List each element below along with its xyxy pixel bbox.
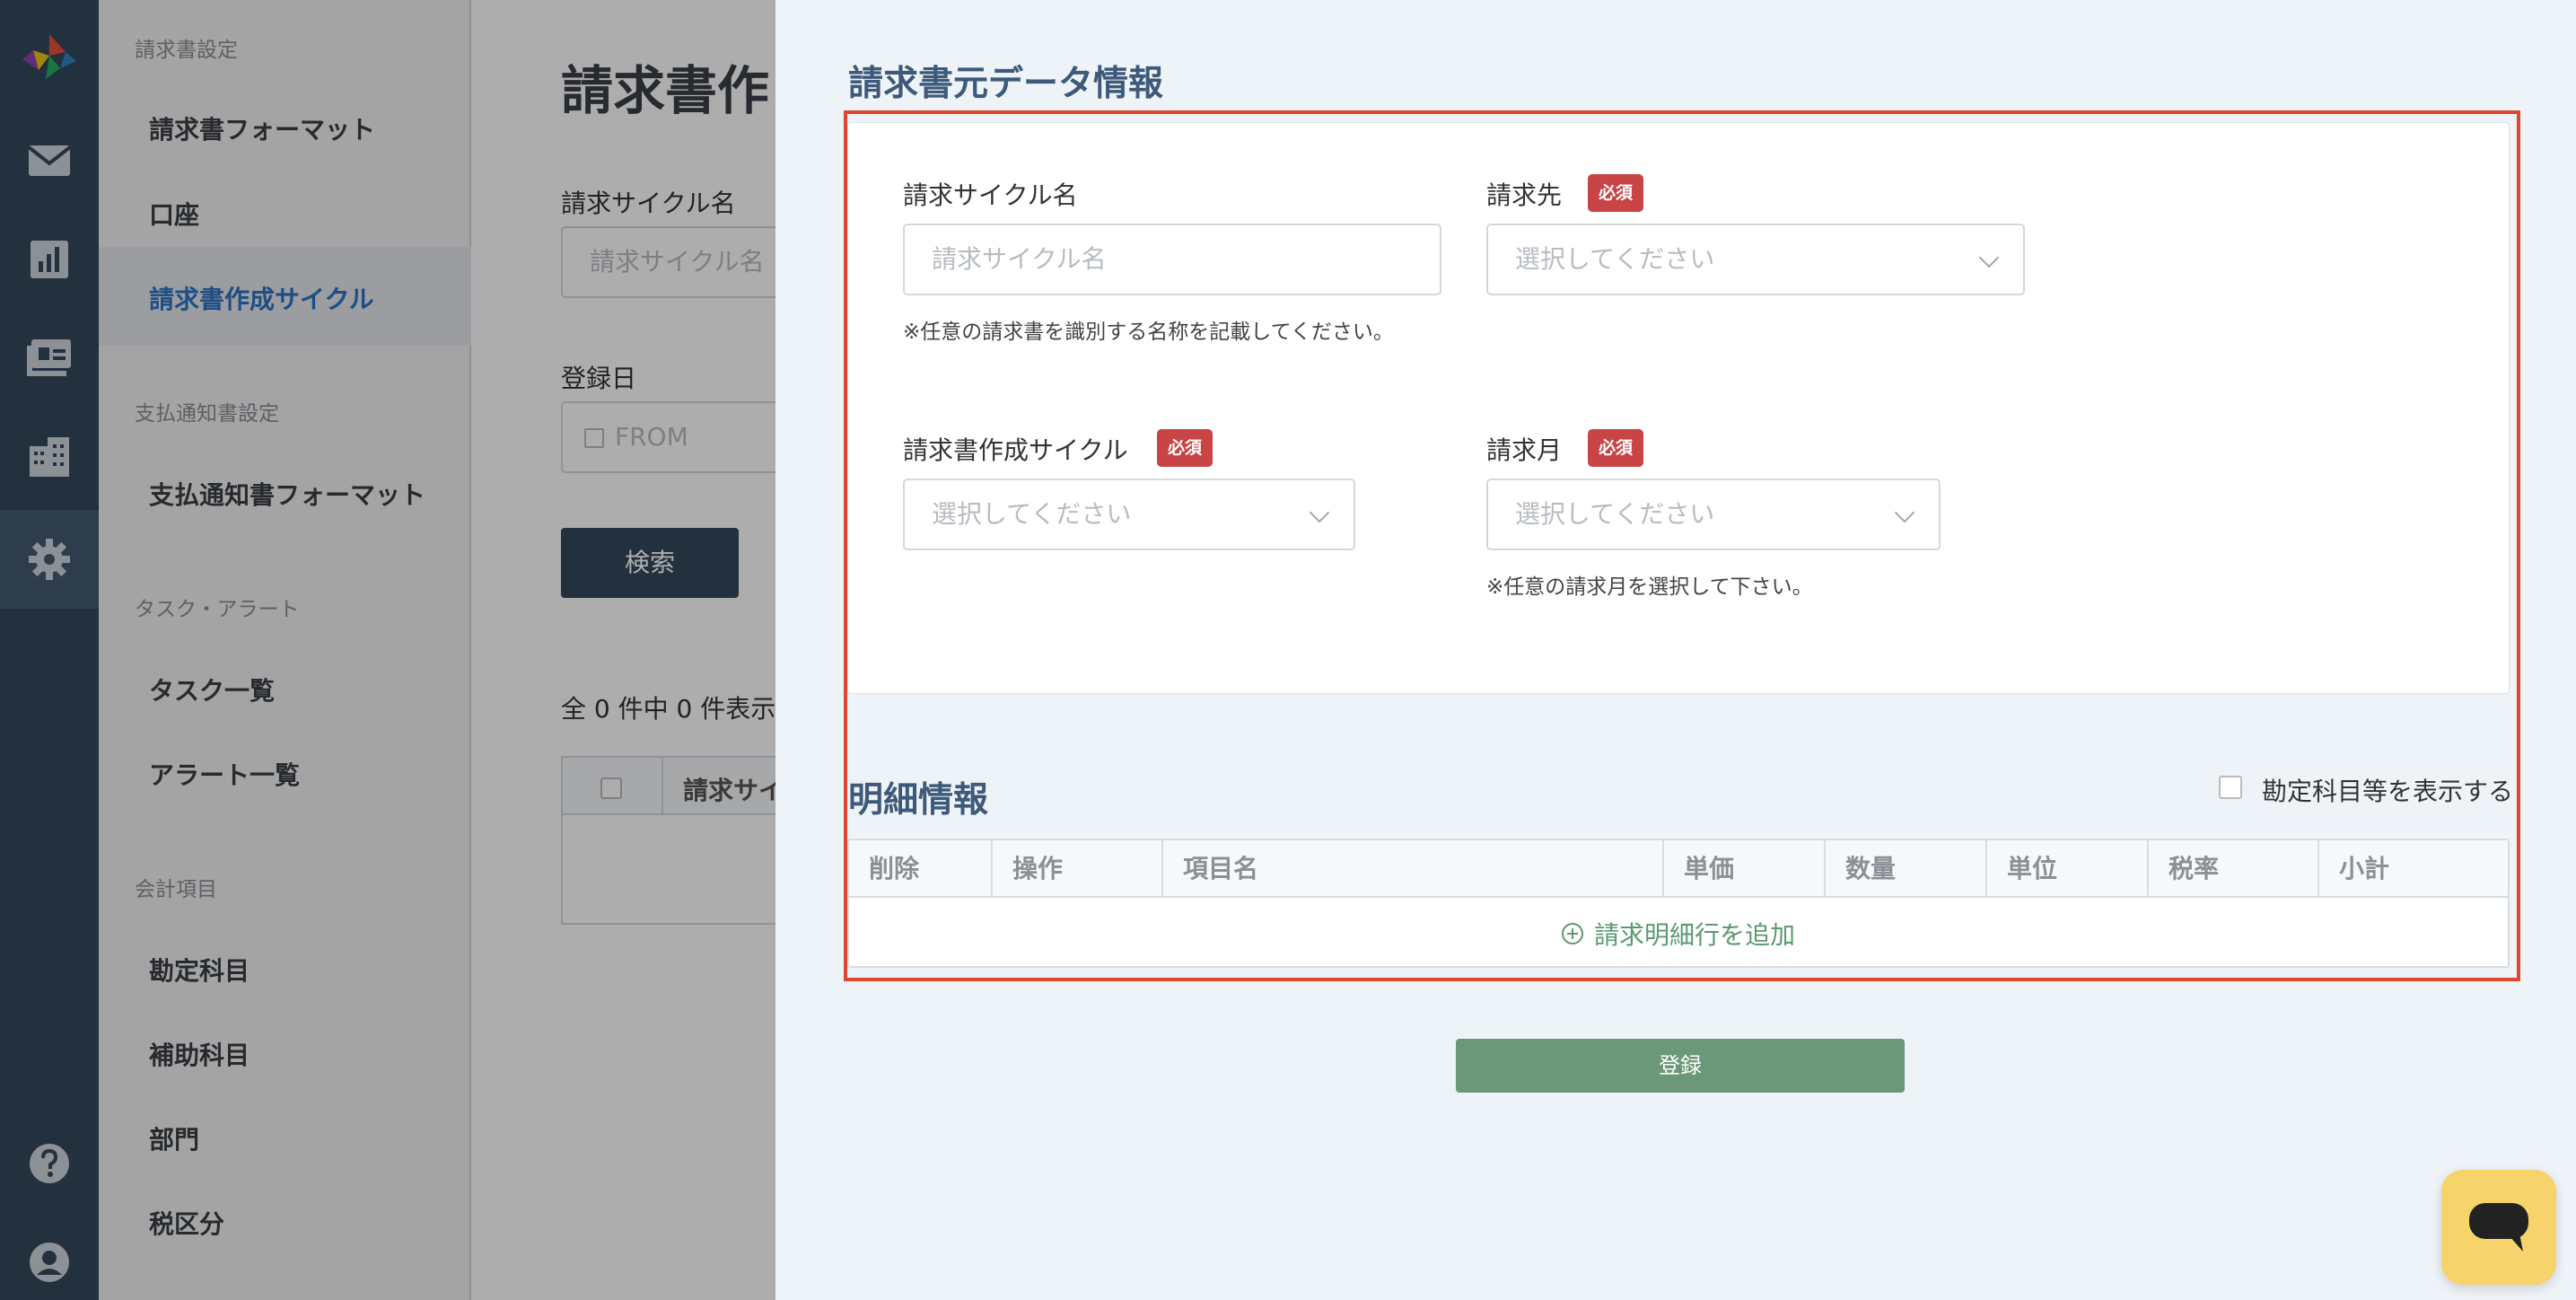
chevron-down-icon	[1978, 247, 2000, 268]
invoice-cycle-placeholder: 選択してください	[932, 499, 1132, 529]
chat-bubble-icon	[2469, 1203, 2528, 1252]
detail-table-header: 削除 操作 項目名 単価 数量 単位 税率 小計	[849, 840, 2508, 898]
column-header-unit-price: 単価	[1664, 840, 1826, 898]
column-header-item-name: 項目名	[1163, 840, 1664, 898]
detail-table: 削除 操作 項目名 単価 数量 単位 税率 小計 請求明細行を追加	[847, 839, 2510, 968]
invoice-source-drawer: 請求書元データ情報 請求サイクル名 請求サイクル名 ※任意の請求書を識別する名称…	[775, 0, 2576, 1300]
billing-to-label: 請求先	[1486, 180, 1563, 210]
source-data-card	[847, 122, 2510, 694]
column-header-subtotal: 小計	[2339, 854, 2390, 883]
cycle-name-input[interactable]: 請求サイクル名	[903, 224, 1441, 295]
cycle-name-help-text: ※任意の請求書を識別する名称を記載してください。	[903, 321, 1394, 344]
chevron-down-icon	[1309, 502, 1330, 523]
cycle-name-label: 請求サイクル名	[903, 180, 1078, 210]
add-circle-icon	[1561, 923, 1583, 944]
billing-to-select[interactable]: 選択してください	[1486, 224, 2025, 295]
chevron-down-icon	[1894, 502, 1915, 523]
required-badge: 必須	[1157, 429, 1214, 467]
show-accounts-label[interactable]: 勘定科目等を表示する	[2262, 772, 2513, 808]
chat-support-button[interactable]	[2441, 1170, 2556, 1285]
column-header-tax-rate: 税率	[2149, 840, 2319, 898]
column-header-quantity: 数量	[1826, 840, 1987, 898]
column-header-unit: 単位	[1987, 840, 2149, 898]
show-accounts-checkbox[interactable]	[2219, 776, 2242, 799]
add-detail-row-button[interactable]: 請求明細行を追加	[849, 900, 2508, 968]
add-detail-row-label: 請求明細行を追加	[1593, 920, 1795, 950]
column-header-action: 操作	[993, 840, 1163, 898]
register-button[interactable]: 登録	[1456, 1039, 1905, 1093]
required-badge: 必須	[1588, 174, 1644, 212]
column-header-delete: 削除	[849, 840, 993, 898]
billing-month-label: 請求月	[1486, 435, 1563, 465]
drawer-title: 請求書元データ情報	[848, 64, 1164, 104]
detail-section-title: 明細情報	[848, 780, 989, 821]
billing-month-placeholder: 選択してください	[1515, 499, 1715, 529]
billing-to-placeholder: 選択してください	[1515, 244, 1715, 274]
billing-month-select[interactable]: 選択してください	[1486, 479, 1941, 550]
invoice-cycle-select[interactable]: 選択してください	[903, 479, 1355, 550]
billing-month-help-text: ※任意の請求月を選択して下さい。	[1486, 575, 1813, 599]
required-badge: 必須	[1588, 429, 1644, 467]
invoice-cycle-label: 請求書作成サイクル	[903, 435, 1128, 465]
modal-overlay[interactable]	[0, 0, 775, 1300]
